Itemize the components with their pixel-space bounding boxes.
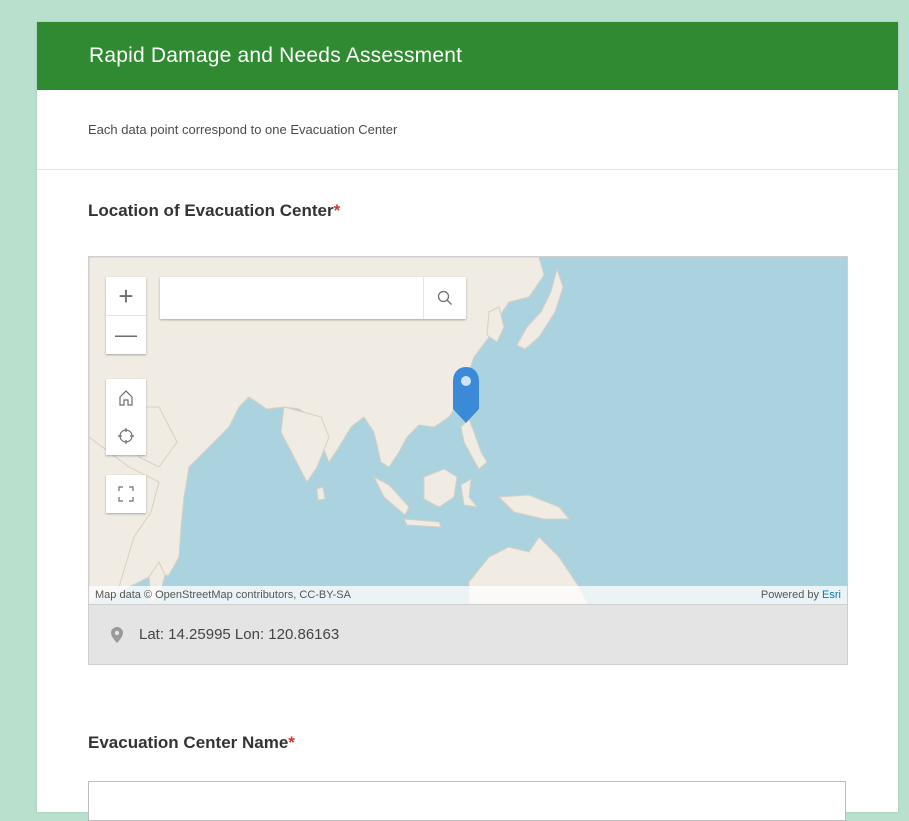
coordinates-text: Lat: 14.25995 Lon: 120.86163 bbox=[139, 626, 340, 643]
powered-by-text: Powered by bbox=[760, 589, 823, 601]
map-marker-icon bbox=[111, 626, 123, 643]
name-label-text: Evacuation Center Name bbox=[88, 733, 289, 752]
esri-link[interactable]: Esri bbox=[822, 589, 841, 601]
land-srilanka bbox=[316, 486, 326, 501]
home-button[interactable] bbox=[106, 379, 146, 417]
survey-form: Rapid Damage and Needs Assessment Each d… bbox=[37, 22, 898, 821]
required-asterisk: * bbox=[333, 201, 341, 220]
zoom-in-button[interactable]: + bbox=[106, 277, 146, 315]
form-description: Each data point correspond to one Evacua… bbox=[37, 90, 898, 170]
coordinates-bar: Lat: 14.25995 Lon: 120.86163 bbox=[89, 604, 847, 664]
search-icon bbox=[437, 290, 452, 305]
location-label-text: Location of Evacuation Center bbox=[88, 201, 334, 220]
attribution-text: Map data © OpenStreetMap contributors, C… bbox=[95, 589, 351, 601]
location-map[interactable]: + — Map data © OpenStreetMap contributor… bbox=[88, 256, 848, 665]
fullscreen-icon bbox=[118, 486, 134, 502]
fullscreen-controls bbox=[106, 475, 146, 513]
name-question-label: Evacuation Center Name* bbox=[88, 733, 295, 753]
form-header: Rapid Damage and Needs Assessment bbox=[37, 22, 898, 90]
locate-button[interactable] bbox=[106, 417, 146, 455]
home-icon bbox=[119, 390, 133, 406]
nav-controls bbox=[106, 379, 146, 455]
location-question-label: Location of Evacuation Center* bbox=[88, 201, 340, 221]
map-search-input[interactable] bbox=[160, 277, 440, 319]
powered-by: Powered by Esri bbox=[761, 589, 841, 601]
fullscreen-button[interactable] bbox=[106, 475, 146, 513]
required-asterisk: * bbox=[288, 733, 295, 752]
map-attribution: Map data © OpenStreetMap contributors, C… bbox=[89, 586, 847, 604]
map-search-button[interactable] bbox=[423, 277, 466, 319]
zoom-controls: + — bbox=[106, 277, 146, 354]
location-pin-icon[interactable] bbox=[451, 365, 481, 425]
form-title: Rapid Damage and Needs Assessment bbox=[89, 44, 463, 67]
map-search bbox=[160, 277, 466, 319]
locate-icon bbox=[118, 428, 134, 444]
form-description-text: Each data point correspond to one Evacua… bbox=[88, 122, 398, 137]
zoom-out-button[interactable]: — bbox=[106, 315, 146, 354]
evacuation-center-name-input[interactable] bbox=[88, 781, 846, 821]
